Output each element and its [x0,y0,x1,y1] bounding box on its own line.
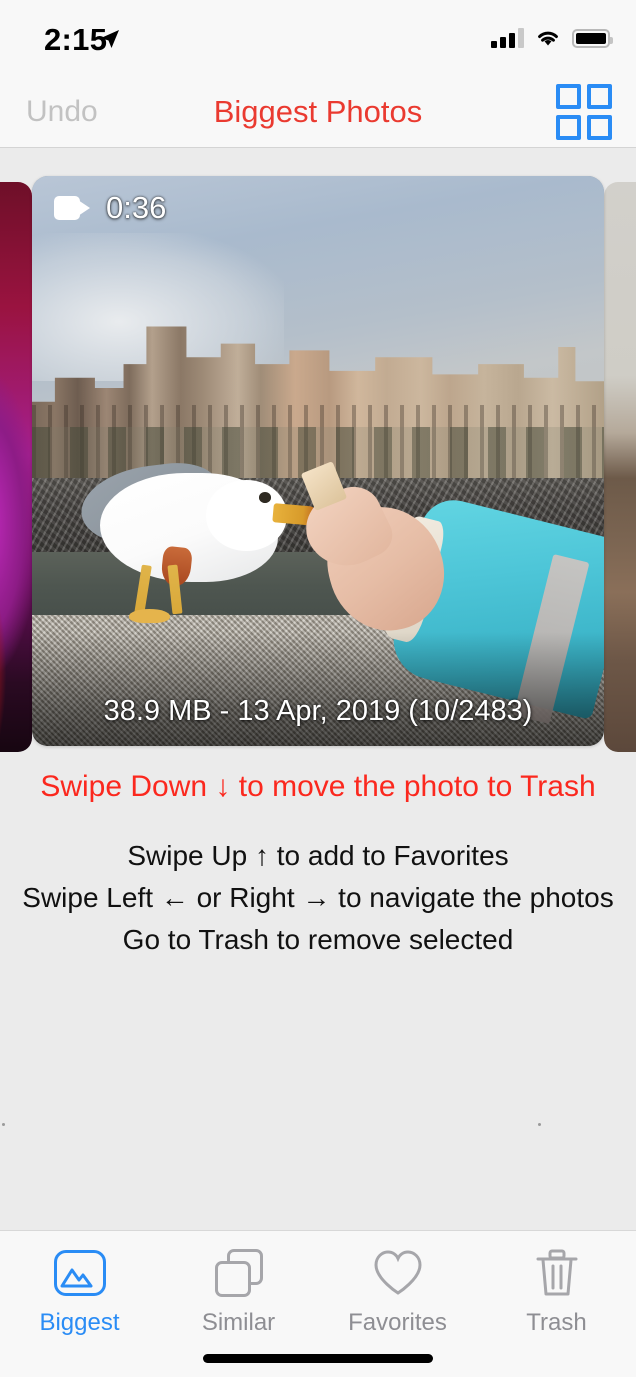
hint-line-1: Swipe Up ↑ to add to Favorites [127,840,509,871]
cellular-bars-icon [491,28,524,48]
video-duration: 0:36 [106,190,167,225]
tab-favorites[interactable]: Favorites [318,1247,477,1337]
decorative-dot-right [538,1123,541,1126]
decorative-dot-left [2,1123,5,1126]
previous-photo-card[interactable] [0,182,32,752]
tab-label-similar: Similar [201,1309,276,1336]
photo-seagull [66,455,317,632]
navigation-bar: Undo Biggest Photos [0,76,636,148]
hint-primary: Swipe Down ↓ to move the photo to Trash [40,770,596,803]
trash-can-icon [535,1247,579,1299]
hint-list: Swipe Up ↑ to add to Favorites Swipe Lef… [0,835,636,961]
wifi-icon [538,31,558,46]
photo-caption: 38.9 MB - 13 Apr, 2019 (10/2483) [103,695,533,727]
tab-similar[interactable]: Similar [159,1247,318,1337]
status-bar-indicators [491,28,613,48]
video-camera-icon [54,196,90,220]
status-bar-time: 2:15 [44,22,108,57]
app-screen: 2:15 Undo Biggest Photos 0:36 38.9 MB - … [0,0,636,1377]
status-bar: 2:15 [0,0,636,76]
stacked-squares-icon [214,1247,263,1299]
tab-label-biggest: Biggest [39,1309,120,1336]
next-photo-card[interactable] [604,182,636,752]
current-photo-card[interactable]: 0:36 38.9 MB - 13 Apr, 2019 (10/2483) [32,176,604,746]
battery-icon [572,28,613,48]
location-arrow-icon [99,28,121,55]
page-title: Biggest Photos [213,93,423,129]
tab-biggest[interactable]: Biggest [0,1247,159,1337]
tab-label-trash: Trash [526,1309,587,1336]
hint-line-2: Swipe Left ← or Right → to navigate the … [22,882,614,913]
media-badge: 0:36 [54,190,166,226]
grid-view-icon[interactable] [556,83,612,140]
mountains-icon [53,1247,106,1299]
photo-hand-and-sleeve [294,461,604,724]
home-indicator[interactable] [203,1354,433,1363]
hint-line-3: Go to Trash to remove selected [122,924,514,955]
tab-trash[interactable]: Trash [477,1247,636,1337]
photo-deck[interactable]: 0:36 38.9 MB - 13 Apr, 2019 (10/2483) Sw… [0,148,636,1230]
heart-icon [372,1247,424,1299]
tab-label-favorites: Favorites [348,1309,447,1336]
